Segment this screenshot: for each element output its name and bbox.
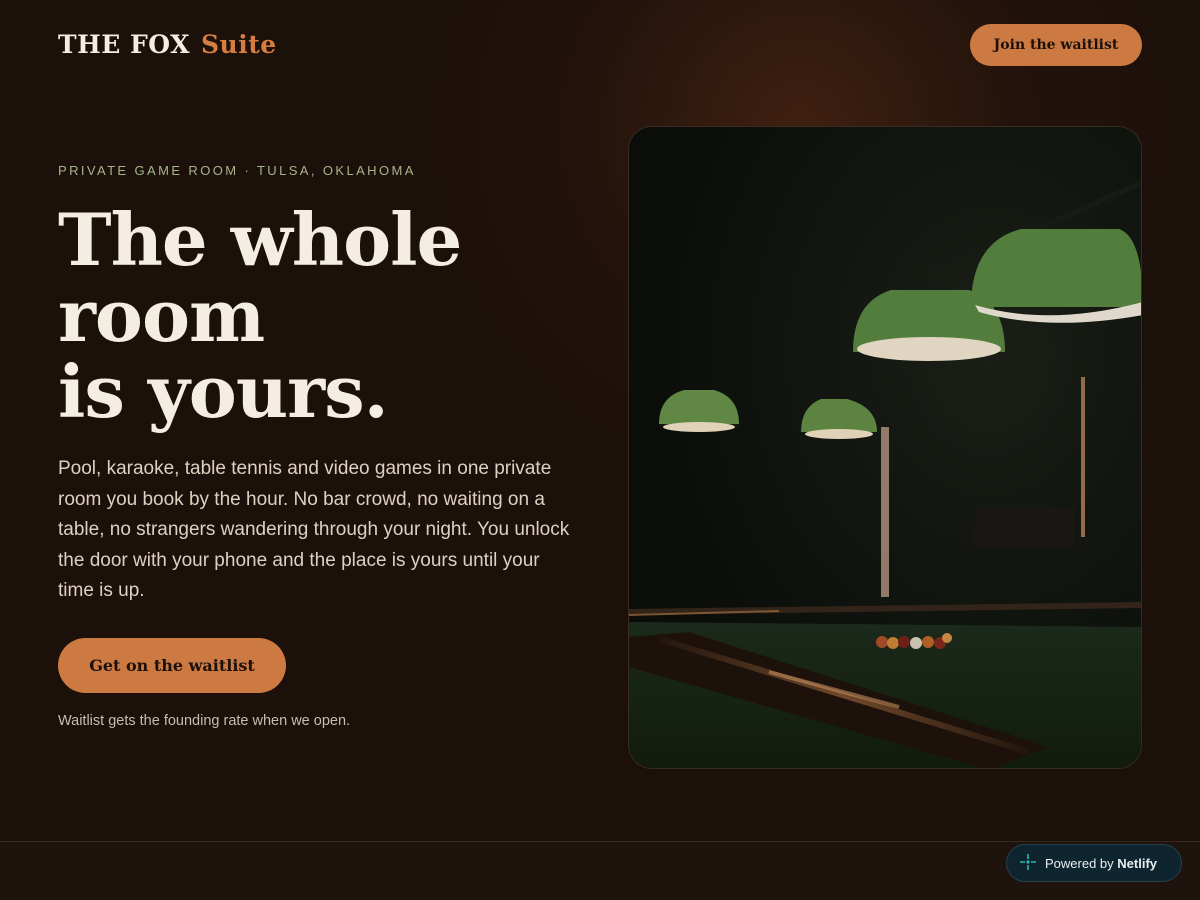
founding-rate-note: Waitlist gets the founding rate when we … <box>58 713 351 729</box>
hero-description: Pool, karaoke, table tennis and video ga… <box>58 458 570 601</box>
powered-by-netlify-badge[interactable]: Powered by Netlify <box>1006 844 1182 882</box>
headline-line: room <box>58 273 265 358</box>
hero-eyebrow: PRIVATE GAME ROOM · TULSA, OKLAHOMA <box>58 163 416 178</box>
brand-name: THE FOX <box>58 30 190 59</box>
netlify-icon <box>1019 853 1037 874</box>
join-waitlist-button[interactable]: Join the waitlist <box>970 24 1142 66</box>
hero-headline: The whole room is yours. <box>58 202 598 430</box>
get-on-waitlist-button[interactable]: Get on the waitlist <box>58 638 286 693</box>
brand-suffix: Suite <box>200 30 277 59</box>
badge-brand: Netlify <box>1117 855 1158 871</box>
badge-prefix: Powered by <box>1045 855 1114 871</box>
brand-logo[interactable]: THE FOX Suite <box>58 30 277 59</box>
netlify-badge-text: Powered by Netlify <box>1045 856 1157 871</box>
headline-line: The whole <box>58 197 462 282</box>
headline-line: is yours. <box>58 349 389 434</box>
hero-photo-pool-room <box>628 126 1142 769</box>
